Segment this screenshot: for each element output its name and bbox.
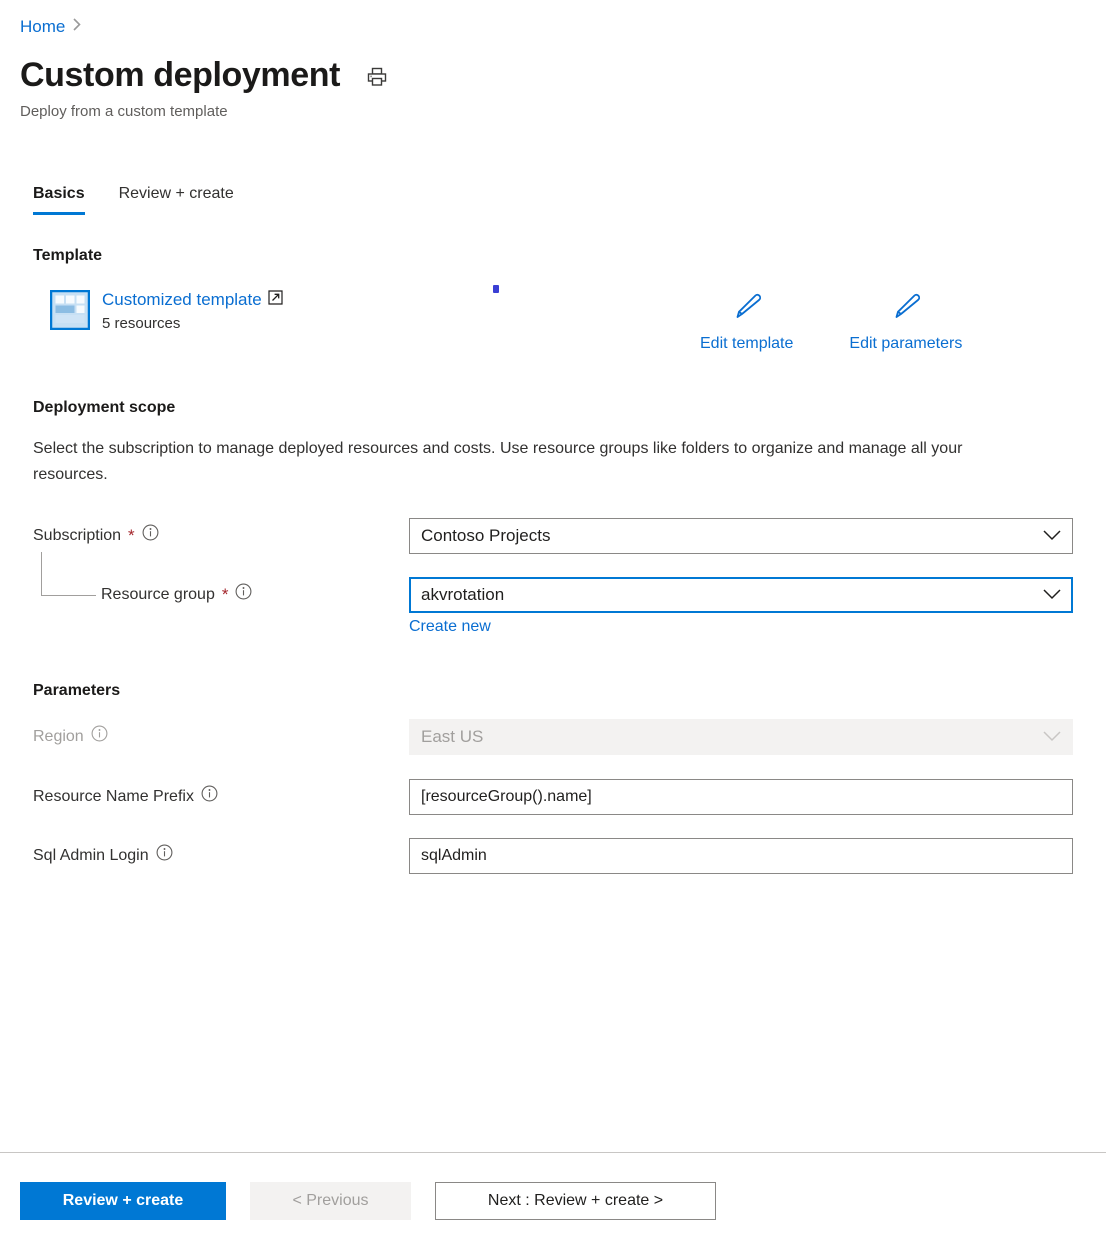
customized-template-link[interactable]: Customized template xyxy=(102,288,262,311)
create-new-resource-group-link[interactable]: Create new xyxy=(409,616,491,638)
template-section-heading: Template xyxy=(33,245,102,267)
printer-icon[interactable] xyxy=(366,66,388,93)
sql-admin-login-value: sqlAdmin xyxy=(421,847,1061,865)
review-create-button[interactable]: Review + create xyxy=(20,1182,226,1220)
edit-template-label: Edit template xyxy=(700,333,793,355)
resource-group-value: akvrotation xyxy=(421,585,1035,605)
resource-name-prefix-input[interactable]: [resourceGroup().name] xyxy=(409,779,1073,815)
edit-parameters-label: Edit parameters xyxy=(849,333,962,355)
chevron-down-icon xyxy=(1043,526,1061,546)
region-dropdown: East US xyxy=(409,719,1073,755)
subscription-value: Contoso Projects xyxy=(421,526,1035,546)
required-indicator: * xyxy=(128,528,135,544)
previous-button: < Previous xyxy=(250,1182,411,1220)
pencil-icon xyxy=(889,290,923,329)
parameters-heading: Parameters xyxy=(33,680,120,702)
tab-bar: Basics Review + create xyxy=(33,182,234,215)
edit-template-button[interactable]: Edit template xyxy=(700,290,793,355)
resource-name-prefix-value: [resourceGroup().name] xyxy=(421,788,1061,806)
breadcrumb-chevron-icon xyxy=(73,16,81,38)
title-row: Custom deployment xyxy=(20,53,388,97)
sql-admin-login-label-text: Sql Admin Login xyxy=(33,845,149,867)
sql-admin-login-label: Sql Admin Login xyxy=(33,844,173,868)
resource-group-label: Resource group * xyxy=(101,583,252,607)
resource-group-label-text: Resource group xyxy=(101,584,215,606)
tab-basics[interactable]: Basics xyxy=(33,182,85,215)
page-title: Custom deployment xyxy=(20,53,340,97)
deployment-scope-heading: Deployment scope xyxy=(33,397,175,419)
tab-review-create[interactable]: Review + create xyxy=(119,182,234,215)
breadcrumb-home-link[interactable]: Home xyxy=(20,16,65,38)
custom-deployment-page: Home Custom deployment Deploy from a cus… xyxy=(0,0,1106,1241)
subscription-dropdown[interactable]: Contoso Projects xyxy=(409,518,1073,554)
info-icon[interactable] xyxy=(201,785,218,809)
cursor-dot-marker xyxy=(493,285,499,293)
template-grid-icon xyxy=(50,290,90,335)
resource-name-prefix-label-text: Resource Name Prefix xyxy=(33,786,194,808)
subscription-label-text: Subscription xyxy=(33,525,121,547)
chevron-down-icon xyxy=(1043,585,1061,605)
footer-action-bar: Review + create < Previous Next : Review… xyxy=(20,1182,716,1220)
region-value: East US xyxy=(421,727,1035,747)
page-subtitle: Deploy from a custom template xyxy=(20,101,228,123)
required-indicator: * xyxy=(222,587,229,603)
deployment-scope-description: Select the subscription to manage deploy… xyxy=(33,436,1023,488)
template-resource-count: 5 resources xyxy=(102,313,283,335)
info-icon[interactable] xyxy=(156,844,173,868)
pencil-icon xyxy=(730,290,764,329)
region-label-text: Region xyxy=(33,726,84,748)
info-icon[interactable] xyxy=(142,524,159,548)
sql-admin-login-input[interactable]: sqlAdmin xyxy=(409,838,1073,874)
subscription-label: Subscription * xyxy=(33,524,159,548)
resource-group-tree-connector xyxy=(41,552,96,596)
next-review-create-button[interactable]: Next : Review + create > xyxy=(435,1182,716,1220)
resource-name-prefix-label: Resource Name Prefix xyxy=(33,785,218,809)
template-edit-actions: Edit template Edit parameters xyxy=(700,290,962,355)
chevron-down-icon xyxy=(1043,727,1061,747)
footer-divider xyxy=(0,1152,1106,1153)
template-summary: Customized template 5 resources xyxy=(50,288,283,335)
info-icon[interactable] xyxy=(91,725,108,749)
breadcrumb: Home xyxy=(20,16,81,38)
region-label: Region xyxy=(33,725,108,749)
resource-group-dropdown[interactable]: akvrotation xyxy=(409,577,1073,613)
external-link-icon[interactable] xyxy=(268,290,283,310)
info-icon[interactable] xyxy=(235,583,252,607)
edit-parameters-button[interactable]: Edit parameters xyxy=(849,290,962,355)
